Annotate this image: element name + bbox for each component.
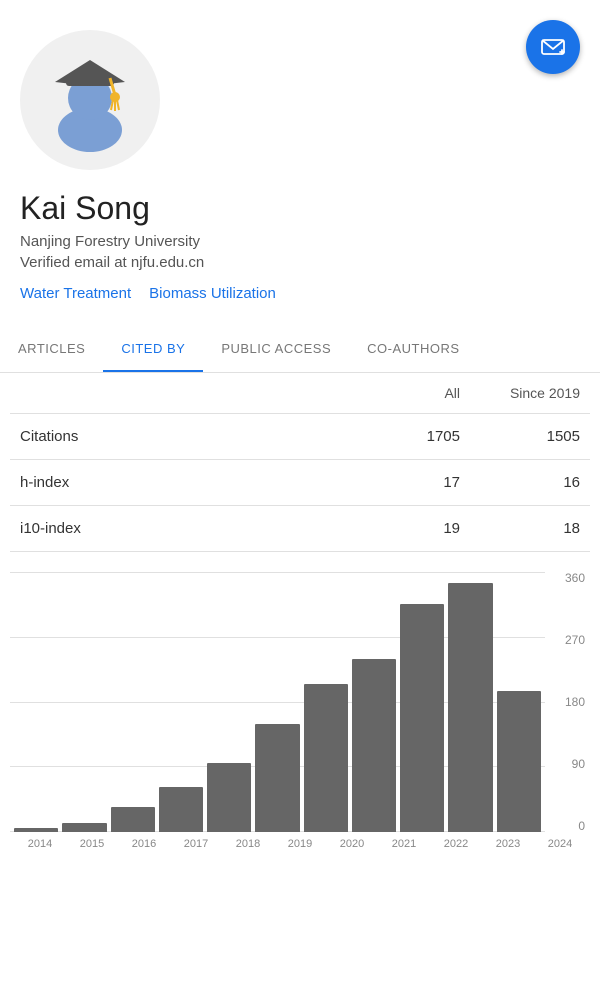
chart-x-labels: 2014201520162017201820192020202120222023… — [10, 838, 590, 850]
i10index-since: 18 — [460, 520, 580, 537]
bar-col-2022 — [400, 572, 444, 832]
stats-col-all: All — [340, 385, 460, 401]
profile-tags: Water Treatment Biomass Utilization — [20, 285, 276, 302]
stats-col-since: Since 2019 — [460, 385, 580, 401]
x-label-2014: 2014 — [14, 838, 66, 850]
bar-2017[interactable] — [159, 787, 203, 832]
bar-2015[interactable] — [62, 823, 106, 832]
tag-biomass-utilization[interactable]: Biomass Utilization — [149, 285, 276, 302]
profile-university: Nanjing Forestry University — [20, 233, 200, 250]
avatar — [20, 30, 160, 170]
bar-col-2024 — [497, 572, 541, 832]
x-label-2022: 2022 — [430, 838, 482, 850]
chart-bars-wrapper — [10, 572, 545, 832]
x-label-2023: 2023 — [482, 838, 534, 850]
bar-2023[interactable] — [448, 583, 492, 832]
stats-col-label — [20, 385, 340, 401]
bar-2020[interactable] — [304, 684, 348, 832]
tabs-bar: ARTICLES CITED BY PUBLIC ACCESS CO-AUTHO… — [0, 327, 600, 373]
citations-label: Citations — [20, 428, 340, 445]
x-label-2024: 2024 — [534, 838, 586, 850]
bar-col-2015 — [62, 572, 106, 832]
profile-section: Kai Song Nanjing Forestry University Ver… — [0, 0, 600, 317]
profile-email: Verified email at njfu.edu.cn — [20, 254, 204, 271]
bar-col-2014 — [14, 572, 58, 832]
y-label-360: 360 — [565, 572, 585, 584]
x-label-2021: 2021 — [378, 838, 430, 850]
profile-name: Kai Song — [20, 190, 150, 227]
tab-co-authors[interactable]: CO-AUTHORS — [349, 327, 477, 372]
hindex-since: 16 — [460, 474, 580, 491]
mail-plus-icon — [540, 34, 566, 60]
stats-section: All Since 2019 Citations 1705 1505 h-ind… — [0, 373, 600, 552]
bar-2019[interactable] — [255, 724, 299, 832]
bar-2021[interactable] — [352, 659, 396, 832]
x-label-2016: 2016 — [118, 838, 170, 850]
chart-section: 360270180900 201420152016201720182019202… — [0, 552, 600, 860]
i10index-label: i10-index — [20, 520, 340, 537]
tab-public-access[interactable]: PUBLIC ACCESS — [203, 327, 349, 372]
stats-row-i10index: i10-index 19 18 — [10, 506, 590, 552]
bar-col-2023 — [448, 572, 492, 832]
bar-2018[interactable] — [207, 763, 251, 832]
bar-col-2016 — [111, 572, 155, 832]
i10index-all: 19 — [340, 520, 460, 537]
bar-2024[interactable] — [497, 691, 541, 832]
x-label-2015: 2015 — [66, 838, 118, 850]
bar-2022[interactable] — [400, 604, 444, 832]
citations-since: 1505 — [460, 428, 580, 445]
y-label-270: 270 — [565, 634, 585, 646]
hindex-label: h-index — [20, 474, 340, 491]
tab-cited-by[interactable]: CITED BY — [103, 327, 203, 373]
x-label-2019: 2019 — [274, 838, 326, 850]
x-label-2018: 2018 — [222, 838, 274, 850]
x-label-2020: 2020 — [326, 838, 378, 850]
bar-2016[interactable] — [111, 807, 155, 832]
stats-row-hindex: h-index 17 16 — [10, 460, 590, 506]
bar-col-2021 — [352, 572, 396, 832]
y-label-180: 180 — [565, 696, 585, 708]
chart-y-labels: 360 270 180 90 0 — [545, 572, 590, 832]
add-coauthor-button[interactable] — [526, 20, 580, 74]
avatar-image — [30, 40, 150, 160]
bar-col-2019 — [255, 572, 299, 832]
hindex-all: 17 — [340, 474, 460, 491]
chart-bars-area — [10, 572, 545, 832]
tag-water-treatment[interactable]: Water Treatment — [20, 285, 131, 302]
bar-2014[interactable] — [14, 828, 58, 832]
bar-col-2020 — [304, 572, 348, 832]
bar-col-2018 — [207, 572, 251, 832]
y-label-0: 0 — [578, 820, 585, 832]
citations-all: 1705 — [340, 428, 460, 445]
tab-articles[interactable]: ARTICLES — [0, 327, 103, 372]
stats-header: All Since 2019 — [10, 373, 590, 414]
x-label-2017: 2017 — [170, 838, 222, 850]
bar-col-2017 — [159, 572, 203, 832]
y-label-90: 90 — [572, 758, 585, 770]
stats-row-citations: Citations 1705 1505 — [10, 414, 590, 460]
chart-container: 360 270 180 90 0 — [10, 572, 590, 832]
